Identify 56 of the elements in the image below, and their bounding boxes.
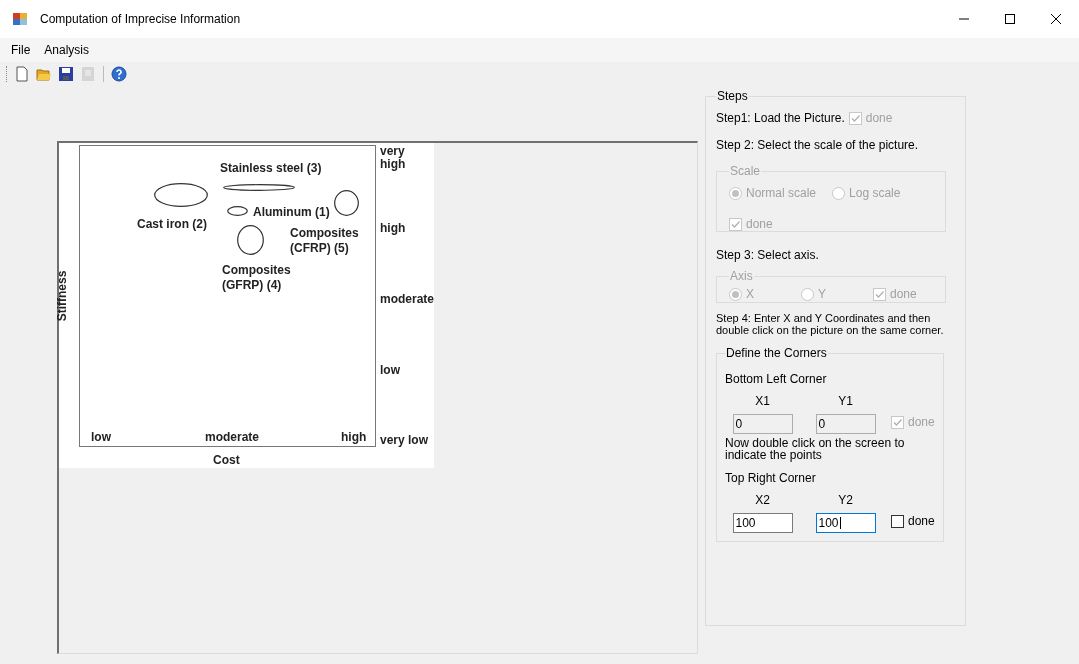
y-tick-label: high xyxy=(380,222,407,235)
y-tick-label: low xyxy=(380,364,401,377)
close-icon xyxy=(1051,14,1061,24)
y-tick-label: very high xyxy=(380,145,407,171)
menu-item[interactable]: File xyxy=(4,41,38,59)
x-tick-label: low xyxy=(91,429,111,446)
step-text: Step 3: Select axis. xyxy=(716,247,820,264)
y-axis-label: Stiffness xyxy=(54,270,71,322)
app-icon xyxy=(12,11,28,27)
checkbox-label: done xyxy=(908,513,935,530)
step-text: Step 2: Select the scale of the picture. xyxy=(716,137,920,154)
ellipse-marker xyxy=(223,184,295,191)
material-label: Stainless steel (3) xyxy=(220,161,323,176)
coordinate-field[interactable]: 100 xyxy=(732,513,793,533)
open-folder-icon[interactable] xyxy=(36,66,52,82)
material-label: Composites (CFRP) (5) xyxy=(290,226,360,256)
menu-item[interactable]: Analysis xyxy=(37,41,97,59)
corner-title: Top Right Corner xyxy=(725,470,817,487)
step-text: Step1: Load the Picture. xyxy=(716,110,845,127)
group-title: Steps xyxy=(716,88,749,105)
y-tick-label: very low xyxy=(380,434,430,447)
group-title: Define the Corners xyxy=(725,345,828,362)
y-tick-label: moderate xyxy=(380,293,432,306)
field-label: Y1 xyxy=(838,393,853,410)
checkbox-label: done xyxy=(746,216,773,233)
ellipse-marker xyxy=(227,206,248,216)
checkbox-label: done xyxy=(865,110,893,127)
ellipse-marker xyxy=(237,225,264,255)
material-label: Cast iron (2) xyxy=(137,217,208,232)
radio-label: X xyxy=(746,286,754,303)
radio-label: Normal scale xyxy=(746,185,817,202)
radio-label: Y xyxy=(818,286,826,303)
checkbox-label: done xyxy=(908,414,935,431)
field-label: Y2 xyxy=(838,492,853,509)
checkbox[interactable] xyxy=(891,514,904,528)
step-text: Step 4: Enter X and Y Coordinates and then double click on the picture on the same corner. xyxy=(716,312,945,336)
field-label: X2 xyxy=(755,492,770,509)
checkbox-label: done xyxy=(890,286,917,303)
field-label: X1 xyxy=(755,393,770,410)
x-tick-label: high xyxy=(341,429,367,446)
window-title: Computation of Imprecise Information xyxy=(40,11,241,28)
x-tick-label: moderate xyxy=(205,429,260,446)
coordinate-field[interactable]: 100 xyxy=(815,513,876,533)
ellipse-marker xyxy=(334,190,359,216)
radio-label: Log scale xyxy=(849,185,901,202)
new-document-icon[interactable] xyxy=(14,66,30,82)
ellipse-marker xyxy=(154,183,208,207)
material-label: Aluminum (1) xyxy=(253,205,331,220)
x-axis-label: Cost xyxy=(213,452,240,469)
group-title: Axis xyxy=(729,268,754,285)
help-icon[interactable] xyxy=(111,66,127,82)
material-label: Composites (GFRP) (4) xyxy=(222,263,292,293)
corner-title: Bottom Left Corner xyxy=(725,371,828,388)
group-title: Scale xyxy=(729,163,762,180)
maximize-icon xyxy=(1005,14,1015,24)
instruction-text: Now double click on the screen to indicate the points xyxy=(725,437,906,461)
